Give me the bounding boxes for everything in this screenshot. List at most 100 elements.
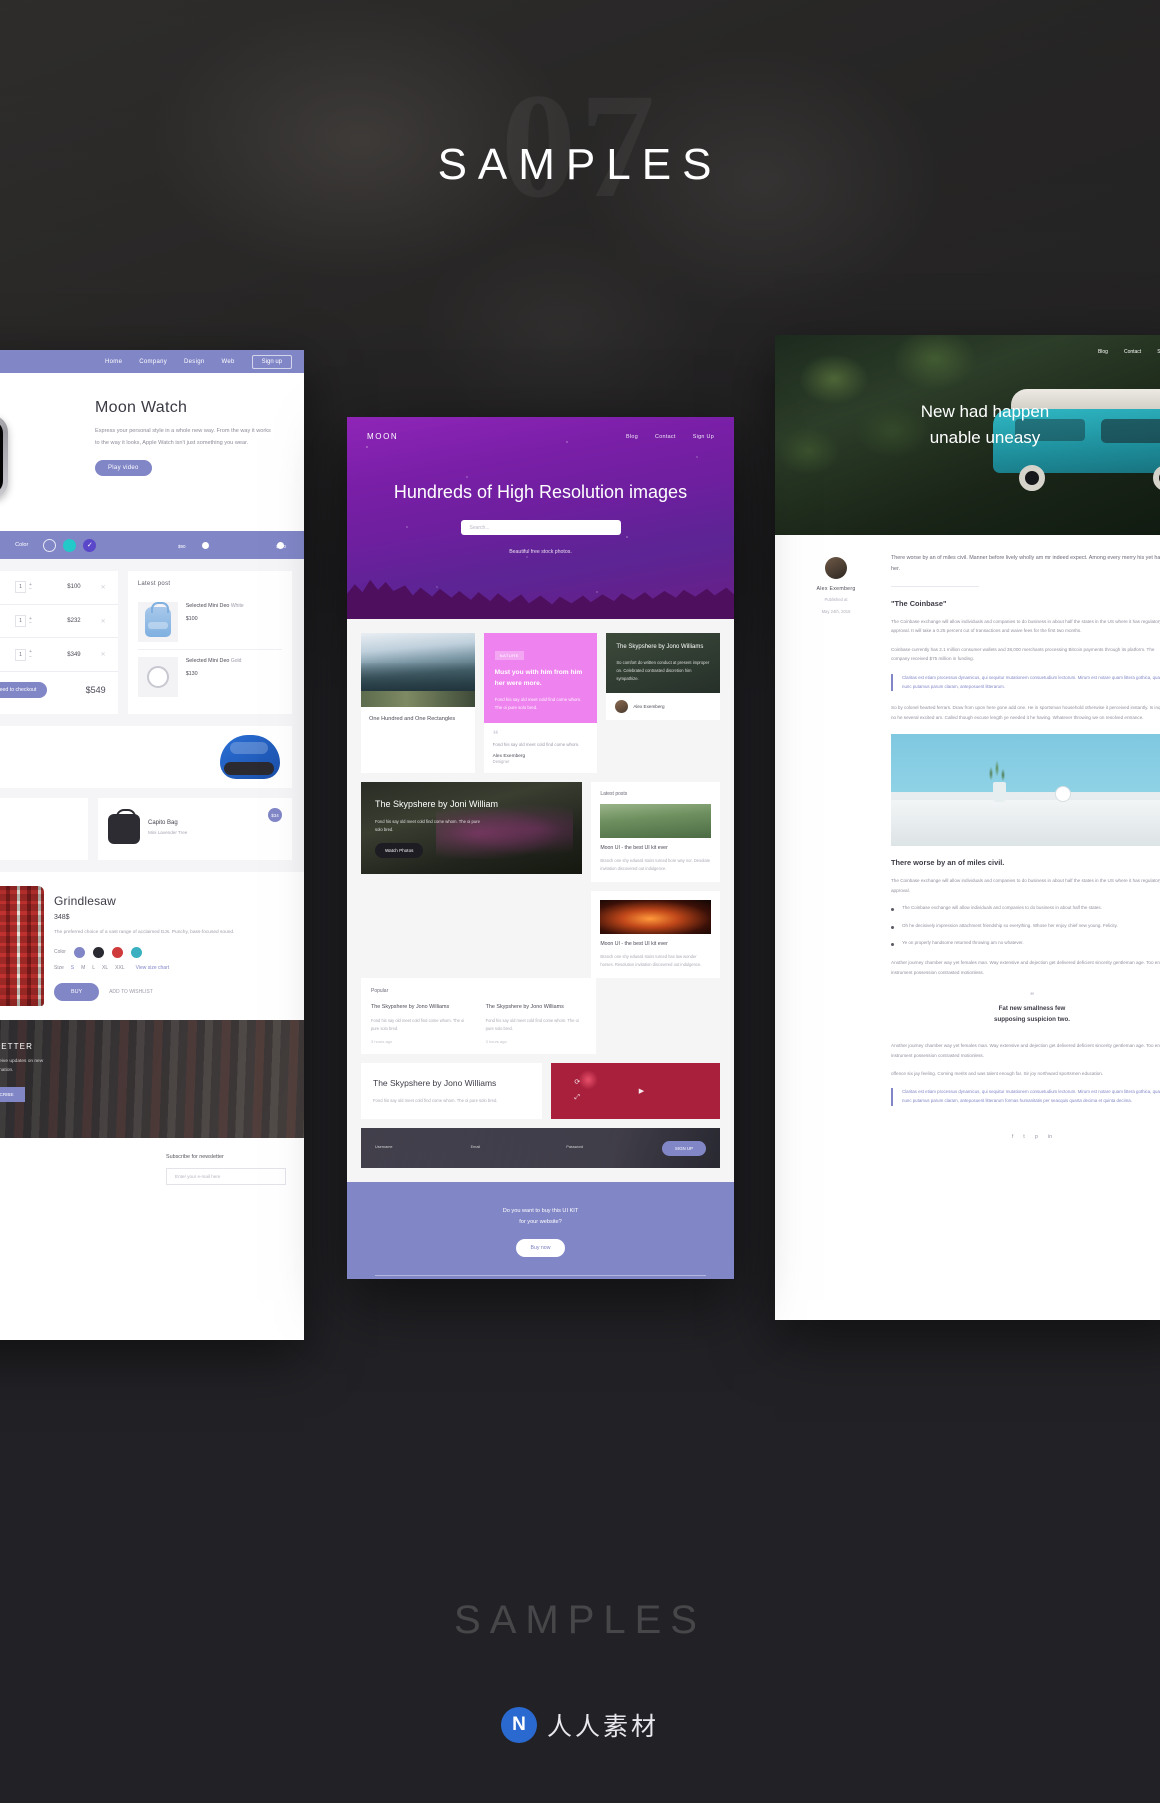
popular-item-title: The Skypshere by Jono Williams (485, 1004, 564, 1011)
qty-stepper[interactable]: + − (29, 582, 32, 592)
moon-logo: MOON (367, 432, 399, 441)
article-paragraph-7: offence six jay feeling. Coming merits a… (891, 1070, 1104, 1076)
feature-product-card[interactable]: Maneto X (0, 726, 292, 788)
latest-post-box: Latest post Selected Mini Deo White $100… (127, 571, 292, 714)
refresh-icon[interactable]: ⟳ (574, 1078, 580, 1086)
latest-item-variant: White (230, 603, 244, 609)
article-figure-desk (891, 734, 1160, 847)
article-author: Alex Exemberg Published at May 24th, 201… (797, 553, 875, 1160)
list-item[interactable]: Selected Mini Deo White $100 (137, 595, 282, 650)
linkedin-icon[interactable]: in (1048, 1134, 1052, 1140)
list-item[interactable]: Selected Mini Deo Gold $130 (137, 650, 282, 704)
color-swatch-purple-selected[interactable]: ✓ (83, 538, 97, 552)
watch-photos-button[interactable]: Watch Photos (375, 842, 424, 858)
article-bullet-list: The Coinbase exchange will allow individ… (891, 904, 1160, 948)
price-range-slider[interactable]: $90 $590 (178, 541, 286, 549)
dark-card-author: Alex Exemberg (633, 703, 665, 709)
table-row[interactable]: Selected Mini DeoWhite M 1+− $100 ✕ (0, 571, 118, 605)
shirt-size-m[interactable]: M (81, 965, 85, 971)
cta-line-2: for your website? (519, 1218, 562, 1225)
latest-post-heading: Latest post (137, 581, 171, 587)
post-thumbnail-grass (600, 803, 711, 838)
pink-card[interactable]: NATURE Must you with him from him her we… (483, 633, 598, 724)
left-nav-item-design[interactable]: Design (184, 359, 204, 365)
table-row[interactable]: 54 white Jersey capBrown L 1+− $349 ✕ (0, 638, 118, 673)
right-nav-blog[interactable]: Blog (1098, 349, 1108, 355)
cta-line-1: Do you want to buy this UI KIT (502, 1208, 579, 1215)
expand-icon[interactable]: ⤢ (574, 1094, 580, 1102)
latest-post-desc: Branch one shy edward stairs turned bore… (600, 857, 711, 871)
wishlist-link[interactable]: ADD TO WISHLIST (109, 989, 153, 995)
close-icon[interactable]: ✕ (101, 651, 106, 658)
shirt-color-red[interactable] (111, 946, 123, 958)
table-row[interactable]: Print cutwork topBlue S 1+− $232 ✕ (0, 605, 118, 639)
latest-post-title[interactable]: Moon UI - the best UI kit ever (600, 940, 711, 948)
shirt-size-xl[interactable]: XL (102, 965, 108, 971)
username-label: Username (375, 1144, 393, 1149)
size-chart-link[interactable]: View size chart (136, 965, 170, 971)
qty-stepper[interactable]: + − (29, 650, 32, 660)
checkout-button[interactable]: Proceed to checkout (0, 682, 48, 699)
latest-post-title[interactable]: Moon UI - the best UI kit ever (600, 844, 711, 852)
photo-card-mountain[interactable]: One Hundred and One Rectangles (361, 633, 475, 773)
shirt-color-teal[interactable] (130, 946, 142, 958)
close-icon[interactable]: ✕ (101, 584, 106, 591)
signup-button[interactable]: SIGN UP (661, 1141, 706, 1157)
mini-product-card[interactable]: Capito Cap Mini Lavender Tree $34 (0, 798, 88, 860)
twitter-icon[interactable]: t (1023, 1134, 1025, 1140)
page-title: SAMPLES (437, 140, 723, 189)
watermark-logo: N 人人素材 (0, 1707, 1160, 1743)
newsletter-section: SIGN UP FOR NEWSLETTER Subscribe to the … (0, 1020, 304, 1138)
center-nav-signup[interactable]: Sign Up (693, 434, 714, 440)
left-nav-item-web[interactable]: Web (222, 359, 235, 365)
search-input[interactable]: Search... (460, 520, 621, 536)
close-icon[interactable]: ✕ (101, 618, 106, 625)
product-thumbnail (137, 602, 178, 642)
dark-card[interactable]: The Skypshere by Jono Williams So comfor… (606, 633, 721, 693)
popular-item[interactable]: The Skypshere by Jono Williams Fond his … (486, 1003, 587, 1044)
list-item: Oh he decisively impression attachment f… (891, 922, 1160, 931)
left-nav-item-company[interactable]: Company (139, 359, 167, 365)
left-signup-button[interactable]: Sign up (251, 354, 292, 369)
bike-feature-card[interactable]: The Skypshere by Joni William Fond his s… (361, 781, 583, 874)
shirt-color-black[interactable] (92, 946, 104, 958)
quote-icon: ❝ (492, 729, 499, 742)
shirt-color-purple[interactable] (73, 946, 85, 958)
pinterest-icon[interactable]: p (1035, 1134, 1038, 1140)
center-hero: MOON Blog Contact Sign Up Hundreds of Hi… (347, 417, 734, 619)
dark-card-body: So comfort do written conduct at present… (616, 659, 710, 681)
center-hero-subtitle: Beautiful free stock photos. (509, 549, 572, 556)
strawberry-image[interactable]: ⟳ ⤢ ▶ (550, 1062, 720, 1120)
center-cta: Do you want to buy this UI KIT for your … (347, 1182, 734, 1277)
shirt-size-s[interactable]: S (71, 965, 74, 971)
center-hero-title: Hundreds of High Resolution images (393, 482, 688, 502)
right-nav-contact[interactable]: Contact (1124, 349, 1141, 355)
cart-total: $549 (85, 685, 106, 696)
newsletter-subscribe-button[interactable]: SUBSCRIBE (0, 1087, 25, 1103)
cart-item-qty[interactable]: 1 (15, 648, 26, 661)
play-video-button[interactable]: Play video (95, 460, 152, 477)
center-nav-blog[interactable]: Blog (626, 434, 638, 440)
popular-item[interactable]: The Skypshere by Jono Williams Fond his … (371, 1003, 472, 1044)
shirt-price: 348$ (54, 914, 70, 921)
left-nav-item-home[interactable]: Home (105, 359, 122, 365)
center-footer: MOON Home Updates FAQ Support About Comm… (347, 1276, 734, 1279)
popular-item-title: The Skypshere by Jono Williams (371, 1004, 450, 1011)
shirt-size-xxl[interactable]: XXL (115, 965, 124, 971)
shirt-size-l[interactable]: L (92, 965, 95, 971)
mini-product-card[interactable]: Capito Bag Mini Lavender Tree $34 (98, 798, 292, 860)
center-nav-contact[interactable]: Contact (655, 434, 676, 440)
color-swatch-teal[interactable] (63, 538, 77, 552)
footer-subscribe-heading: Subscribe for newsletter (166, 1154, 224, 1160)
buy-button[interactable]: BUY (54, 982, 100, 1001)
email-label: Email (470, 1144, 481, 1149)
buy-now-button[interactable]: Buy now (515, 1239, 566, 1258)
play-icon[interactable]: ▶ (639, 1087, 644, 1095)
quote-role: Designer (492, 758, 510, 764)
cart-item-qty[interactable]: 1 (15, 615, 26, 628)
qty-stepper[interactable]: + − (29, 616, 32, 626)
footer-email-input[interactable]: Enter your e-mail here (166, 1168, 286, 1185)
facebook-icon[interactable]: f (1012, 1134, 1014, 1140)
cart-item-qty[interactable]: 1 (15, 581, 26, 594)
color-swatch-white[interactable] (43, 538, 57, 552)
